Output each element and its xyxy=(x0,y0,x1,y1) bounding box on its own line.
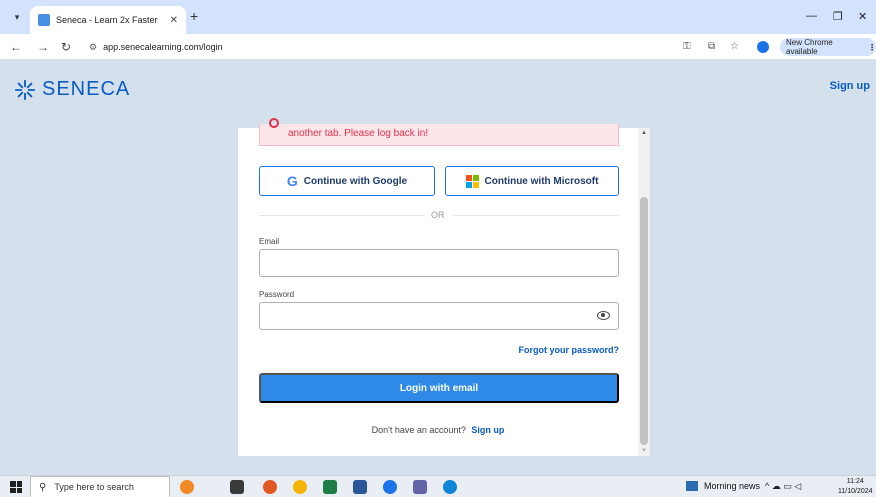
microsoft-button-label: Continue with Microsoft xyxy=(484,175,599,187)
excel-icon[interactable] xyxy=(323,480,337,494)
forgot-password-link[interactable]: Forgot your password? xyxy=(518,345,619,355)
alert-icon xyxy=(269,118,279,128)
windows-start-icon[interactable] xyxy=(10,481,22,493)
seneca-favicon-icon xyxy=(38,14,50,26)
browser-tab[interactable]: Seneca - Learn 2x Faster ✕ xyxy=(30,6,186,34)
session-alert: another tab. Please log back in! xyxy=(259,118,619,146)
page-viewport: SENECA Sign up another tab. Please log b… xyxy=(0,60,876,475)
task-view-icon[interactable] xyxy=(230,480,244,494)
tab-title: Seneca - Learn 2x Faster xyxy=(56,15,158,25)
alert-text: another tab. Please log back in! xyxy=(288,128,429,139)
bookmark-star-icon[interactable]: ☆ xyxy=(730,41,739,52)
show-password-eye-icon[interactable] xyxy=(597,311,610,320)
signup-link[interactable]: Sign up xyxy=(471,425,504,435)
word-icon[interactable] xyxy=(353,480,367,494)
back-arrow-icon[interactable]: ← xyxy=(10,40,22,54)
edge-icon[interactable] xyxy=(443,480,457,494)
tab-search-button[interactable]: ▾ xyxy=(9,9,25,25)
email-field[interactable] xyxy=(259,249,619,277)
address-bar[interactable]: ⚙ app.senecalearning.com/login xyxy=(83,37,643,57)
seneca-logo-icon xyxy=(14,79,36,100)
teams-icon[interactable] xyxy=(413,480,427,494)
chrome-icon[interactable] xyxy=(293,480,307,494)
taskbar-search-box[interactable]: ⚲ Type here to search xyxy=(30,476,170,497)
logo-text: SENECA xyxy=(42,78,131,100)
clock-time: 11:24 xyxy=(846,478,864,485)
google-signin-button[interactable]: G Continue with Google xyxy=(259,166,435,196)
system-tray-icons[interactable]: ^ ☁ ▭ ◁ xyxy=(765,481,801,492)
close-window-button[interactable]: ✕ xyxy=(858,10,867,23)
reload-icon[interactable]: ↻ xyxy=(61,40,71,54)
new-tab-button[interactable]: + xyxy=(190,8,198,24)
search-icon: ⚲ xyxy=(39,481,47,493)
header-signup-link[interactable]: Sign up xyxy=(830,80,870,92)
google-icon: G xyxy=(286,173,298,189)
tab-close-icon[interactable]: ✕ xyxy=(170,15,178,26)
login-card: another tab. Please log back in! G Conti… xyxy=(238,118,638,456)
taskbar-clock[interactable]: 11:24 11/10/2024 xyxy=(838,477,873,497)
google-button-label: Continue with Google xyxy=(303,175,408,187)
password-field[interactable] xyxy=(259,302,619,330)
password-label: Password xyxy=(259,290,295,299)
email-label: Email xyxy=(259,237,280,246)
kebab-menu-icon[interactable]: ⋮ xyxy=(868,43,876,52)
app-icon-2[interactable] xyxy=(383,480,397,494)
news-widget[interactable]: Morning news xyxy=(686,481,760,491)
profile-avatar[interactable] xyxy=(757,41,769,53)
news-icon xyxy=(686,481,698,491)
forward-arrow-icon[interactable]: → xyxy=(37,40,49,54)
page-scrollbar[interactable]: ▲ ▼ xyxy=(638,128,650,456)
url-text: app.senecalearning.com/login xyxy=(103,42,223,52)
news-label: Morning news xyxy=(704,481,761,491)
app-icon[interactable] xyxy=(263,480,277,494)
or-label: OR xyxy=(423,210,453,220)
scroll-down-arrow-icon[interactable]: ▼ xyxy=(641,448,647,454)
restore-button[interactable]: ❐ xyxy=(833,10,843,23)
microsoft-signin-button[interactable]: Continue with Microsoft xyxy=(445,166,619,196)
no-account-text: Don't have an account? xyxy=(371,425,466,435)
taskbar-search-placeholder: Type here to search xyxy=(54,482,134,492)
minimize-button[interactable]: — xyxy=(806,10,817,22)
login-with-email-button[interactable]: Login with email xyxy=(259,373,619,403)
no-account-row: Don't have an account? Sign up xyxy=(238,425,638,435)
password-key-icon[interactable]: ⚿ xyxy=(683,41,691,52)
windows-taskbar: ⚲ Type here to search Morning news ^ ☁ ▭… xyxy=(0,475,876,497)
scrollbar-thumb[interactable] xyxy=(640,197,648,445)
clock-date: 11/10/2024 xyxy=(838,488,873,495)
scroll-up-arrow-icon[interactable]: ▲ xyxy=(641,130,647,136)
site-info-icon[interactable]: ⚙ xyxy=(89,42,97,53)
halloween-pumpkin-icon[interactable] xyxy=(180,480,194,494)
new-chrome-label: New Chrome available xyxy=(786,38,833,56)
cast-icon[interactable]: ⧉ xyxy=(708,41,715,52)
tab-strip: ▾ Seneca - Learn 2x Faster ✕ + — ❐ ✕ xyxy=(0,0,876,34)
browser-toolbar: ← → ↻ ⚙ app.senecalearning.com/login ⚿ ⧉… xyxy=(0,34,876,60)
new-chrome-available-button[interactable]: New Chrome available ⋮ xyxy=(780,38,876,56)
seneca-logo[interactable]: SENECA xyxy=(14,78,130,101)
microsoft-icon xyxy=(465,174,479,188)
